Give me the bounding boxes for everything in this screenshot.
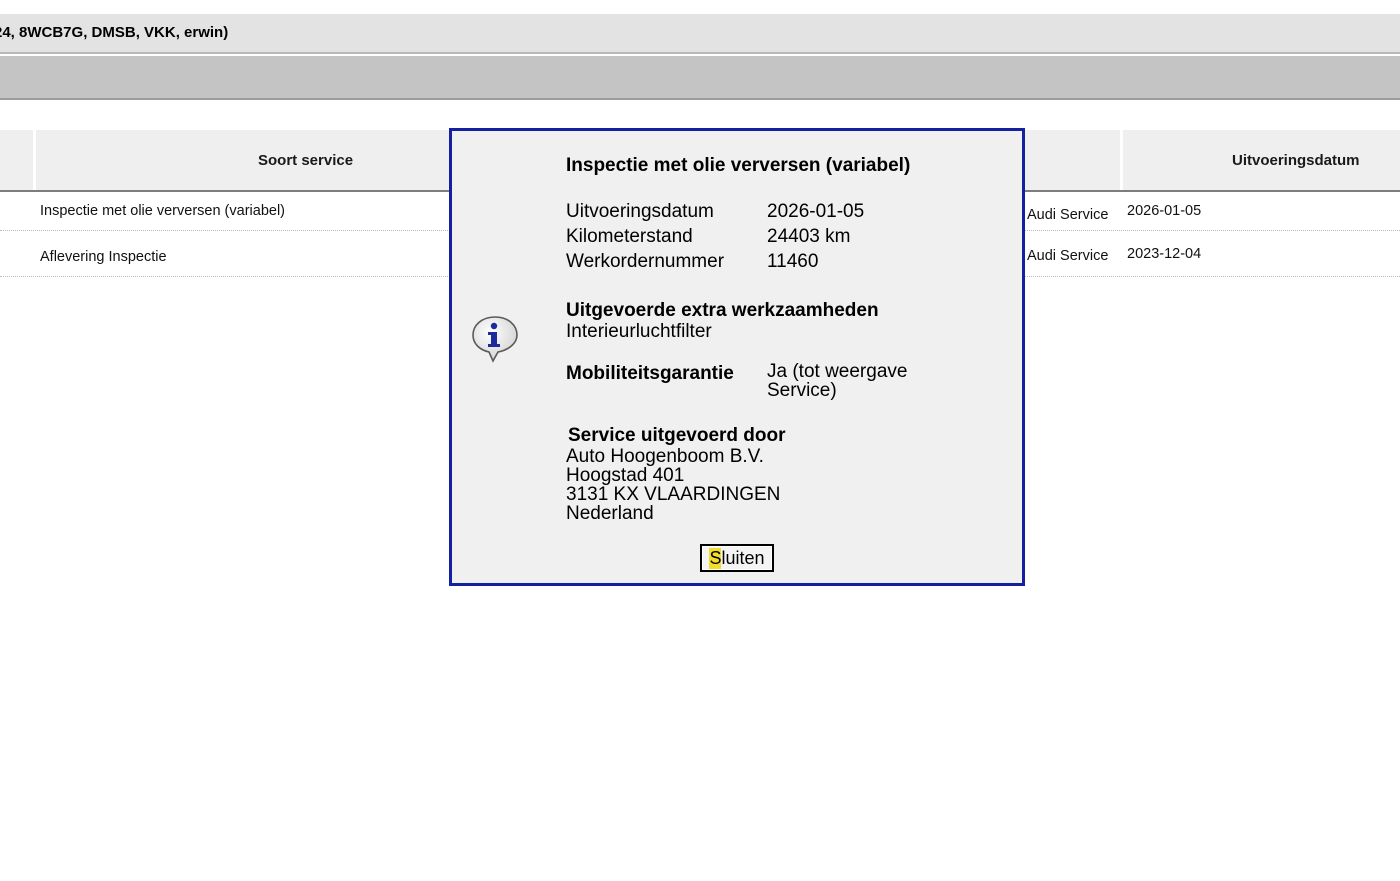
extra-work-heading: Uitgevoerde extra werkzaamheden xyxy=(566,300,879,321)
close-button[interactable]: Sluiten xyxy=(700,544,774,572)
address-name: Auto Hoogenboom B.V. xyxy=(566,446,764,467)
cell-provider: Audi Service xyxy=(1027,248,1109,264)
dialog-title: Inspectie met olie verversen (variabel) xyxy=(566,155,911,176)
detail-value: 11460 xyxy=(767,251,819,272)
cell-service-type: Inspectie met olie verversen (variabel) xyxy=(40,203,285,219)
toolbar-band xyxy=(0,56,1400,100)
extra-work-value: Interieurluchtfilter xyxy=(566,321,712,342)
cell-service-type: Aflevering Inspectie xyxy=(40,249,167,265)
address-street: Hoogstad 401 xyxy=(566,465,685,486)
performed-by-heading: Service uitgevoerd door xyxy=(568,425,786,446)
address-city: 3131 KX VLAARDINGEN xyxy=(566,484,781,505)
detail-value: 24403 km xyxy=(767,226,851,247)
column-header-execution-date[interactable]: Uitvoeringsdatum xyxy=(1123,130,1400,190)
detail-label: Kilometerstand xyxy=(566,226,693,247)
page: 24, 8WCB7G, DMSB, VKK, erwin) Soort serv… xyxy=(0,0,1400,881)
address-country: Nederland xyxy=(566,503,654,524)
service-detail-dialog: Inspectie met olie verversen (variabel) … xyxy=(449,128,1025,586)
mobility-label: Mobiliteitsgarantie xyxy=(566,363,734,384)
title-bar: 24, 8WCB7G, DMSB, VKK, erwin) xyxy=(0,14,1400,54)
info-speech-bubble-icon xyxy=(472,316,518,363)
detail-label: Werkordernummer xyxy=(566,251,725,272)
detail-value: 2026-01-05 xyxy=(767,201,865,222)
close-button-label: luiten xyxy=(721,547,765,568)
cell-date: 2023-12-04 xyxy=(1127,246,1202,262)
close-button-accesskey: S xyxy=(709,547,722,569)
cell-date: 2026-01-05 xyxy=(1127,203,1202,219)
cell-provider: Audi Service xyxy=(1027,207,1109,223)
mobility-value: Ja (tot weergave Service) xyxy=(767,361,908,401)
detail-label: Uitvoeringsdatum xyxy=(566,201,714,222)
window-title: 24, 8WCB7G, DMSB, VKK, erwin) xyxy=(0,24,229,41)
